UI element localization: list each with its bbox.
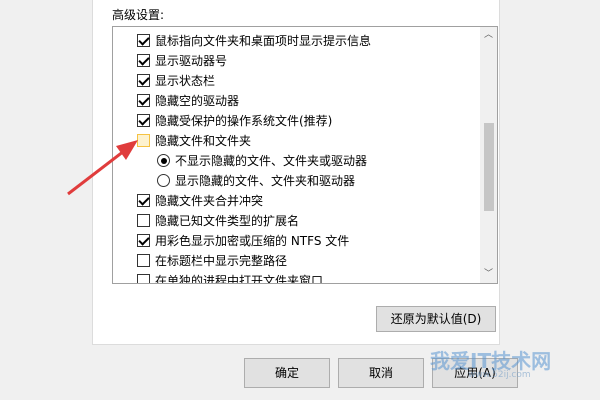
radio-option[interactable]: 不显示隐藏的文件、文件夹或驱动器 xyxy=(113,151,479,171)
scroll-up-icon[interactable]: ︿ xyxy=(480,27,497,44)
checkbox[interactable] xyxy=(137,234,150,247)
scroll-thumb[interactable] xyxy=(484,123,494,211)
settings-list-items: 鼠标指向文件夹和桌面项时显示提示信息 显示驱动器号 显示状态栏隐藏空的驱动器隐藏受保… xyxy=(113,31,479,284)
option-label: 隐藏空的驱动器 xyxy=(155,94,240,108)
checkbox-option[interactable]: 显示驱动器号 xyxy=(113,51,479,71)
option-label: 隐藏文件夹合并冲突 xyxy=(155,194,264,208)
checkbox[interactable] xyxy=(137,254,150,267)
checkbox[interactable] xyxy=(137,274,150,283)
checkbox[interactable] xyxy=(137,194,150,207)
checkbox-option[interactable]: 显示状态栏 xyxy=(113,71,479,91)
checkbox-option[interactable]: 隐藏空的驱动器 xyxy=(113,91,479,111)
ok-button[interactable]: 确定 xyxy=(244,358,330,388)
option-label: 隐藏文件和文件夹 xyxy=(155,134,252,148)
group-header[interactable]: 隐藏文件和文件夹 xyxy=(113,131,479,151)
radio-button[interactable] xyxy=(157,174,170,187)
checkbox[interactable] xyxy=(137,214,150,227)
option-label: 隐藏受保护的操作系统文件(推荐) xyxy=(155,114,333,128)
option-label: 显示隐藏的文件、文件夹和驱动器 xyxy=(175,174,356,188)
checkbox[interactable] xyxy=(137,54,150,67)
advanced-settings-label: 高级设置: xyxy=(112,8,165,22)
option-label: 不显示隐藏的文件、文件夹或驱动器 xyxy=(175,154,368,168)
checkbox-option[interactable]: 在单独的进程中打开文件夹窗口 xyxy=(113,271,479,284)
folder-group-icon[interactable] xyxy=(137,134,150,147)
option-label: 显示驱动器号 xyxy=(155,54,228,68)
option-label: 在标题栏中显示完整路径 xyxy=(155,254,288,268)
option-label: 鼠标指向文件夹和桌面项时显示提示信息 xyxy=(155,34,372,48)
checkbox-option[interactable]: 隐藏受保护的操作系统文件(推荐) xyxy=(113,111,479,131)
checkbox-option[interactable]: 在标题栏中显示完整路径 xyxy=(113,251,479,271)
radio-option[interactable]: 显示隐藏的文件、文件夹和驱动器 xyxy=(113,171,479,191)
checkbox[interactable] xyxy=(137,94,150,107)
option-label: 显示状态栏 xyxy=(155,74,216,88)
radio-button[interactable] xyxy=(157,154,170,167)
checkbox-option[interactable]: 鼠标指向文件夹和桌面项时显示提示信息 xyxy=(113,31,479,51)
option-label: 用彩色显示加密或压缩的 NTFS 文件 xyxy=(155,234,350,248)
option-label: 隐藏已知文件类型的扩展名 xyxy=(155,214,300,228)
cancel-button[interactable]: 取消 xyxy=(338,358,424,388)
checkbox[interactable] xyxy=(137,34,150,47)
vertical-scrollbar[interactable]: ︿ ﹀ xyxy=(480,27,497,283)
checkbox-option[interactable]: 隐藏已知文件类型的扩展名 xyxy=(113,211,479,231)
checkbox-option[interactable]: 用彩色显示加密或压缩的 NTFS 文件 xyxy=(113,231,479,251)
option-label: 在单独的进程中打开文件夹窗口 xyxy=(155,274,324,284)
scroll-down-icon[interactable]: ﹀ xyxy=(480,266,497,283)
checkbox[interactable] xyxy=(137,74,150,87)
checkbox-option[interactable]: 隐藏文件夹合并冲突 xyxy=(113,191,479,211)
restore-defaults-button[interactable]: 还原为默认值(D) xyxy=(376,306,496,332)
checkbox[interactable] xyxy=(137,114,150,127)
advanced-settings-list[interactable]: 鼠标指向文件夹和桌面项时显示提示信息 显示驱动器号 显示状态栏隐藏空的驱动器隐藏受保… xyxy=(112,26,498,284)
watermark-url: www.52ij.com xyxy=(468,370,531,380)
